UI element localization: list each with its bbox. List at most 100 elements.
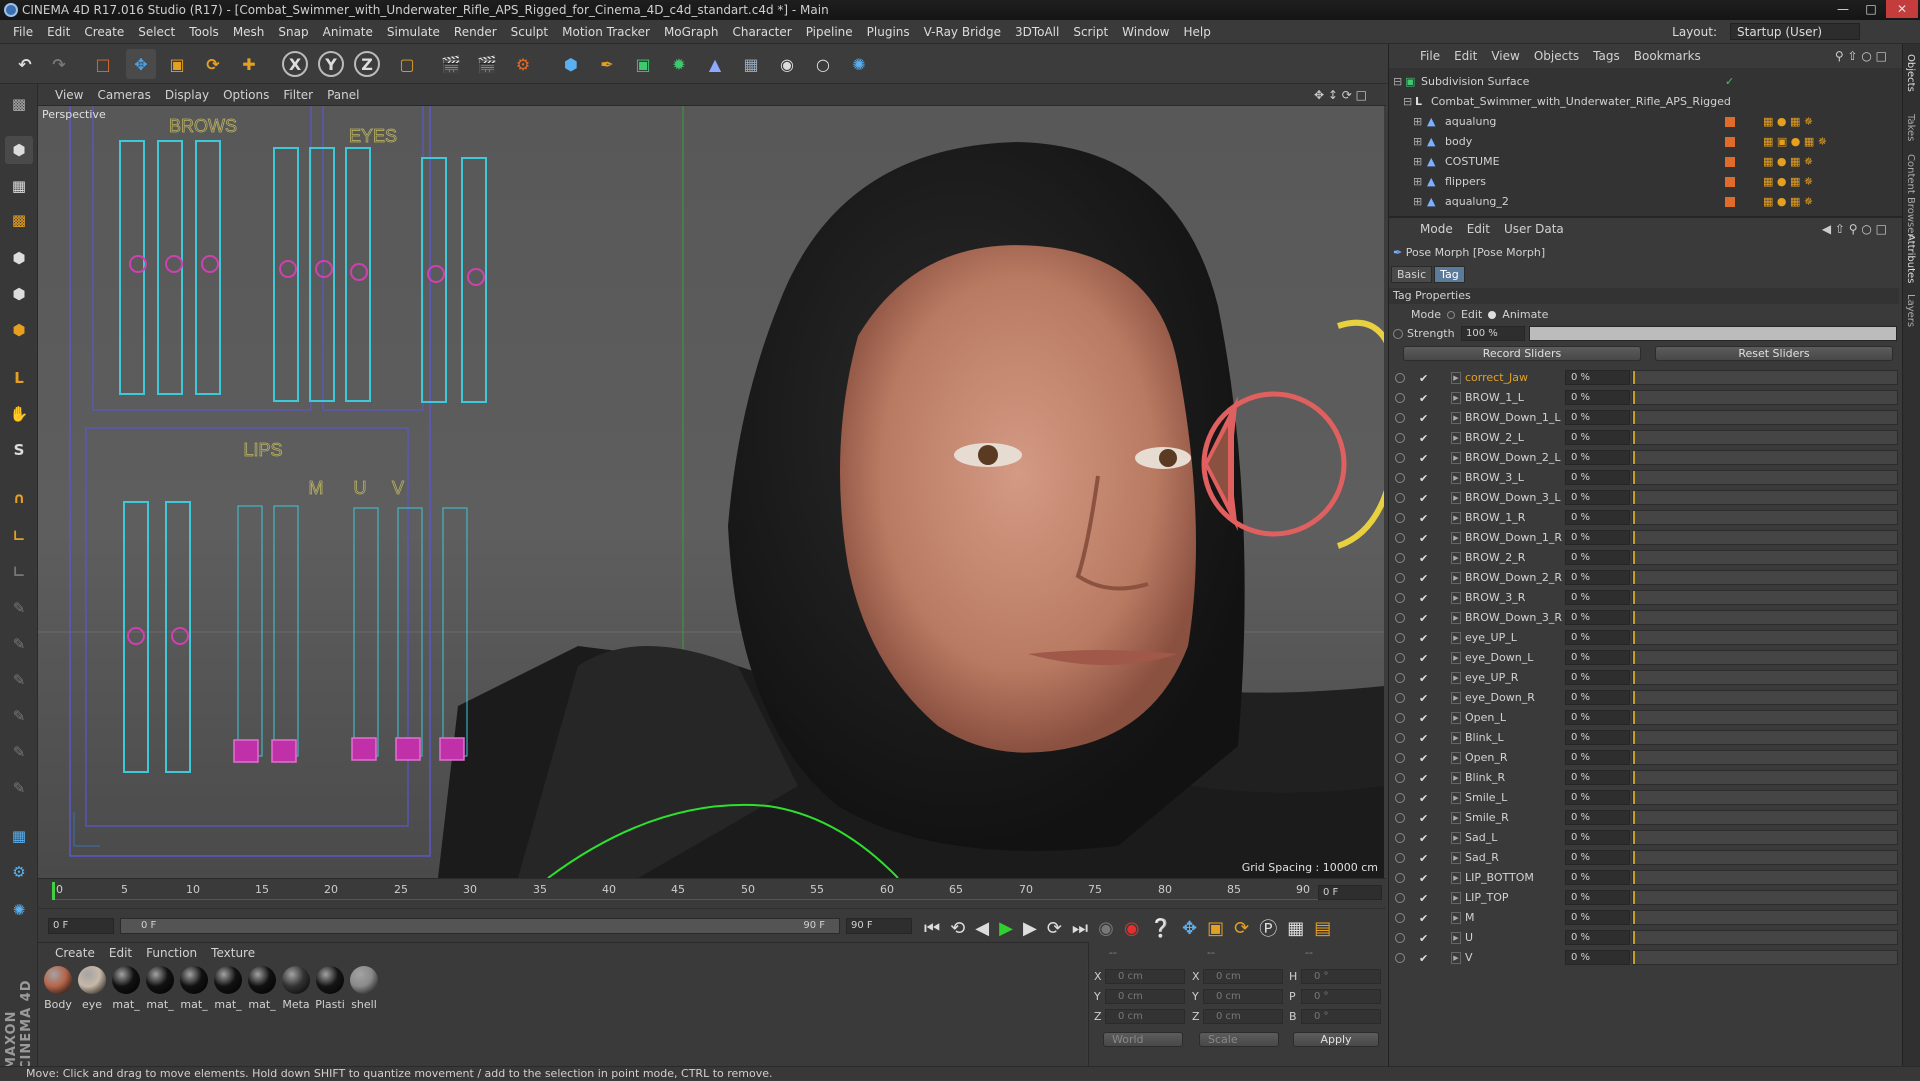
python-script-icon[interactable]: ✺ <box>5 896 33 924</box>
attr-menu-user-data[interactable]: User Data <box>1497 222 1571 236</box>
x-axis-lock-icon[interactable]: X <box>282 51 308 77</box>
enable-check-icon[interactable]: ✔ <box>1419 889 1428 909</box>
morph-slider[interactable] <box>1632 590 1898 605</box>
morph-slider[interactable] <box>1632 570 1898 585</box>
menu-simulate[interactable]: Simulate <box>380 25 447 39</box>
keyframe-toggle-icon[interactable] <box>1395 613 1405 623</box>
morph-value-field[interactable]: 0 % <box>1565 810 1630 825</box>
strength-slider[interactable] <box>1529 326 1897 341</box>
axis-mode-icon[interactable]: L <box>5 364 33 392</box>
expand-icon[interactable]: ▶ <box>1451 392 1461 404</box>
menu-select[interactable]: Select <box>131 25 182 39</box>
timeline-window-icon[interactable]: ▤ <box>1314 918 1331 939</box>
enable-check-icon[interactable]: ✔ <box>1419 409 1428 429</box>
enable-check-icon[interactable]: ✔ <box>1419 769 1428 789</box>
close-icon[interactable]: ✕ <box>1886 0 1918 18</box>
keyframe-toggle-icon[interactable] <box>1395 493 1405 503</box>
expand-icon[interactable]: ▶ <box>1451 552 1461 564</box>
morph-value-field[interactable]: 0 % <box>1565 930 1630 945</box>
expand-icon[interactable]: ▶ <box>1451 852 1461 864</box>
size-z-field[interactable]: 0 cm <box>1203 1009 1283 1024</box>
menu-mograph[interactable]: MoGraph <box>657 25 726 39</box>
expand-icon[interactable]: ▶ <box>1451 912 1461 924</box>
morph-value-field[interactable]: 0 % <box>1565 570 1630 585</box>
rotation-b-field[interactable]: 0 ° <box>1301 1009 1381 1024</box>
side-tab-layers[interactable]: Layers <box>1905 294 1916 327</box>
morph-value-field[interactable]: 0 % <box>1565 770 1630 785</box>
object-row[interactable]: ⊞ ▲ body ▦ ▣ ● ▦ ✵ <box>1389 132 1903 152</box>
material-swatch[interactable]: mat_ <box>144 966 176 1011</box>
record-keys-icon[interactable]: ◉ <box>1098 918 1114 939</box>
material-swatch[interactable]: shell <box>348 966 380 1011</box>
brush-tool-icon[interactable]: ✎ <box>5 594 33 622</box>
menu-character[interactable]: Character <box>725 25 798 39</box>
expand-icon[interactable]: ▶ <box>1451 592 1461 604</box>
morph-value-field[interactable]: 0 % <box>1565 430 1630 445</box>
tweak-mode-icon[interactable]: ✋ <box>5 400 33 428</box>
keyframe-toggle-icon[interactable] <box>1395 553 1405 563</box>
previous-frame-icon[interactable]: ◀ <box>975 918 989 939</box>
expand-icon[interactable]: ▶ <box>1451 812 1461 824</box>
morph-slider[interactable] <box>1632 750 1898 765</box>
enable-check-icon[interactable]: ✔ <box>1419 669 1428 689</box>
morph-slider[interactable] <box>1632 730 1898 745</box>
menu-window[interactable]: Window <box>1115 25 1176 39</box>
morph-slider[interactable] <box>1632 390 1898 405</box>
obj-menu-objects[interactable]: Objects <box>1527 49 1586 63</box>
object-row[interactable]: ⊞ ▲ aqualung_2 ▦ ● ▦ ✵ <box>1389 192 1903 212</box>
rotation-h-field[interactable]: 0 ° <box>1301 969 1381 984</box>
menu-snap[interactable]: Snap <box>271 25 315 39</box>
enable-check-icon[interactable]: ✔ <box>1419 449 1428 469</box>
keyframe-toggle-icon[interactable] <box>1395 593 1405 603</box>
morph-value-field[interactable]: 0 % <box>1565 370 1630 385</box>
enable-check-icon[interactable]: ✔ <box>1419 849 1428 869</box>
undo-icon[interactable]: ↶ <box>10 49 40 79</box>
light-icon[interactable]: ○ <box>808 49 838 79</box>
expand-icon[interactable]: ▶ <box>1451 432 1461 444</box>
vp-menu-options[interactable]: Options <box>216 88 276 102</box>
morph-slider[interactable] <box>1632 910 1898 925</box>
keyframe-toggle-icon[interactable] <box>1395 853 1405 863</box>
apply-button[interactable]: Apply <box>1293 1032 1379 1047</box>
keyframe-toggle-icon[interactable] <box>1395 793 1405 803</box>
expand-icon[interactable]: ▶ <box>1451 372 1461 384</box>
morph-slider[interactable] <box>1632 850 1898 865</box>
menu-pipeline[interactable]: Pipeline <box>799 25 860 39</box>
keyframe-toggle-icon[interactable] <box>1395 713 1405 723</box>
morph-value-field[interactable]: 0 % <box>1565 470 1630 485</box>
expand-icon[interactable]: ▶ <box>1451 732 1461 744</box>
enable-check-icon[interactable]: ✔ <box>1419 949 1428 969</box>
live-selection-icon[interactable]: □ <box>88 49 118 79</box>
tag-icons[interactable]: ▦ ● ▦ ✵ <box>1763 192 1813 212</box>
morph-value-field[interactable]: 0 % <box>1565 850 1630 865</box>
expand-icon[interactable]: ▶ <box>1451 712 1461 724</box>
start-frame-field[interactable]: 0 F <box>48 918 114 934</box>
cube-primitive-icon[interactable]: ⬢ <box>556 49 586 79</box>
enable-check-icon[interactable]: ✔ <box>1419 909 1428 929</box>
mat-menu-create[interactable]: Create <box>48 946 102 960</box>
keyframe-toggle-icon[interactable] <box>1395 473 1405 483</box>
material-swatch[interactable]: Body <box>42 966 74 1011</box>
position-key-icon[interactable]: ✥ <box>1182 918 1197 939</box>
go-to-end-icon[interactable]: ⏭ <box>1072 918 1088 939</box>
enabled-check-icon[interactable]: ✓ <box>1725 72 1734 92</box>
keyframe-toggle-icon[interactable] <box>1395 893 1405 903</box>
point-level-key-icon[interactable]: ▦ <box>1287 918 1304 939</box>
points-mode-icon[interactable]: ⬢ <box>5 244 33 272</box>
object-manager-search-icon[interactable]: ⚲ ⇧ ○ □ <box>1828 49 1894 63</box>
material-swatch[interactable]: mat_ <box>246 966 278 1011</box>
obj-menu-file[interactable]: File <box>1413 49 1447 63</box>
vp-menu-view[interactable]: View <box>48 88 90 102</box>
layer-color-icon[interactable] <box>1725 157 1735 167</box>
enable-check-icon[interactable]: ✔ <box>1419 749 1428 769</box>
object-row[interactable]: ⊞ ▲ flippers ▦ ● ▦ ✵ <box>1389 172 1903 192</box>
morph-slider[interactable] <box>1632 690 1898 705</box>
position-x-field[interactable]: 0 cm <box>1105 969 1185 984</box>
preview-range-slider[interactable]: 0 F 90 F <box>120 918 840 934</box>
morph-value-field[interactable]: 0 % <box>1565 390 1630 405</box>
morph-value-field[interactable]: 0 % <box>1565 410 1630 425</box>
strength-keyframe-icon[interactable] <box>1393 329 1403 339</box>
enable-check-icon[interactable]: ✔ <box>1419 389 1428 409</box>
expand-icon[interactable]: ▶ <box>1451 412 1461 424</box>
material-swatch[interactable]: mat_ <box>178 966 210 1011</box>
